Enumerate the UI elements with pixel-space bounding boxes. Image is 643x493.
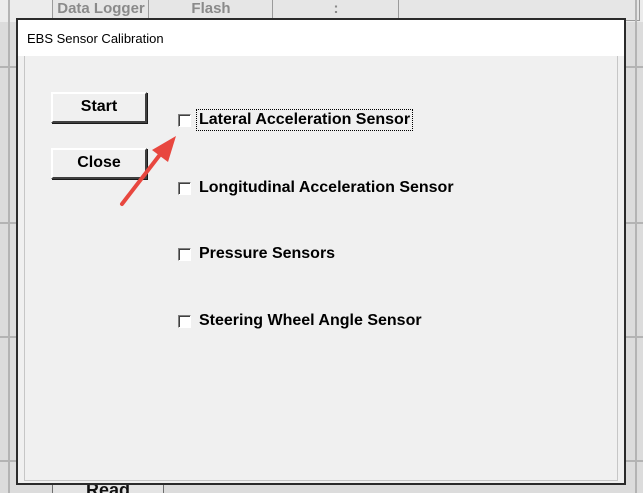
dialog-title: EBS Sensor Calibration (27, 31, 164, 46)
checkbox-lateral-acceleration[interactable]: Lateral Acceleration Sensor (178, 109, 414, 131)
screenshot-stage: Data Logger Flash : Read EBS Sensor Cali… (0, 0, 643, 493)
background-border (635, 0, 637, 493)
dialog-titlebar[interactable]: EBS Sensor Calibration (18, 20, 624, 56)
checkbox-label[interactable]: Lateral Acceleration Sensor (195, 109, 414, 131)
checkbox-icon[interactable] (178, 113, 191, 127)
red-arrow-icon (120, 136, 176, 206)
checkbox-label[interactable]: Longitudinal Acceleration Sensor (197, 178, 456, 198)
checkbox-icon[interactable] (178, 247, 191, 261)
checkbox-label[interactable]: Steering Wheel Angle Sensor (197, 311, 424, 331)
checkbox-longitudinal-acceleration[interactable]: Longitudinal Acceleration Sensor (178, 177, 456, 199)
checkbox-label[interactable]: Pressure Sensors (197, 244, 337, 264)
checkbox-steering-wheel-angle[interactable]: Steering Wheel Angle Sensor (178, 310, 424, 332)
calibration-dialog: EBS Sensor Calibration Start Close Later… (16, 18, 626, 485)
background-border (8, 0, 10, 493)
checkbox-pressure-sensors[interactable]: Pressure Sensors (178, 243, 337, 265)
start-button[interactable]: Start (51, 92, 147, 123)
checkbox-icon[interactable] (178, 314, 191, 328)
